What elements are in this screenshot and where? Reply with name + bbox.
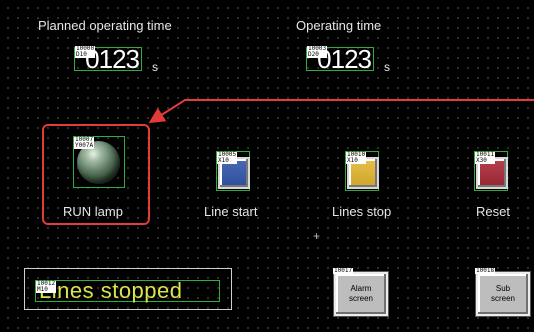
run-lamp-label: RUN lamp: [63, 204, 123, 219]
sub-screen-button[interactable]: Sub screen: [476, 272, 530, 316]
operating-time-unit: s: [384, 60, 390, 74]
line-start-device-tag: 10005 X10: [217, 151, 238, 164]
planned-time-device-tag: 10000 D10: [75, 45, 96, 58]
operating-time-label: Operating time: [296, 18, 382, 33]
alarm-screen-button[interactable]: Alarm screen: [334, 272, 388, 316]
reset-device-tag: 10011 X30: [475, 151, 496, 164]
planned-time-unit: s: [152, 60, 158, 74]
lines-stop-device-tag: 10010 X10: [346, 151, 367, 164]
sub-screen-device-tag: 10018: [475, 267, 496, 274]
lines-stop-label: Lines stop: [332, 204, 392, 219]
line-start-label: Line start: [204, 204, 258, 219]
alarm-screen-device-tag: 10017: [333, 267, 354, 274]
status-device-tag: 10012 M10: [36, 280, 57, 293]
center-cross-marker: +: [313, 229, 321, 243]
planned-time-label: Planned operating time: [38, 18, 172, 33]
callout-arrow: [148, 99, 534, 124]
run-lamp-device-tag: 10007 Y007A: [74, 136, 95, 149]
reset-label: Reset: [476, 204, 510, 219]
operating-time-device-tag: 10003 D20: [307, 45, 328, 58]
status-message: Lines stopped: [39, 278, 183, 303]
